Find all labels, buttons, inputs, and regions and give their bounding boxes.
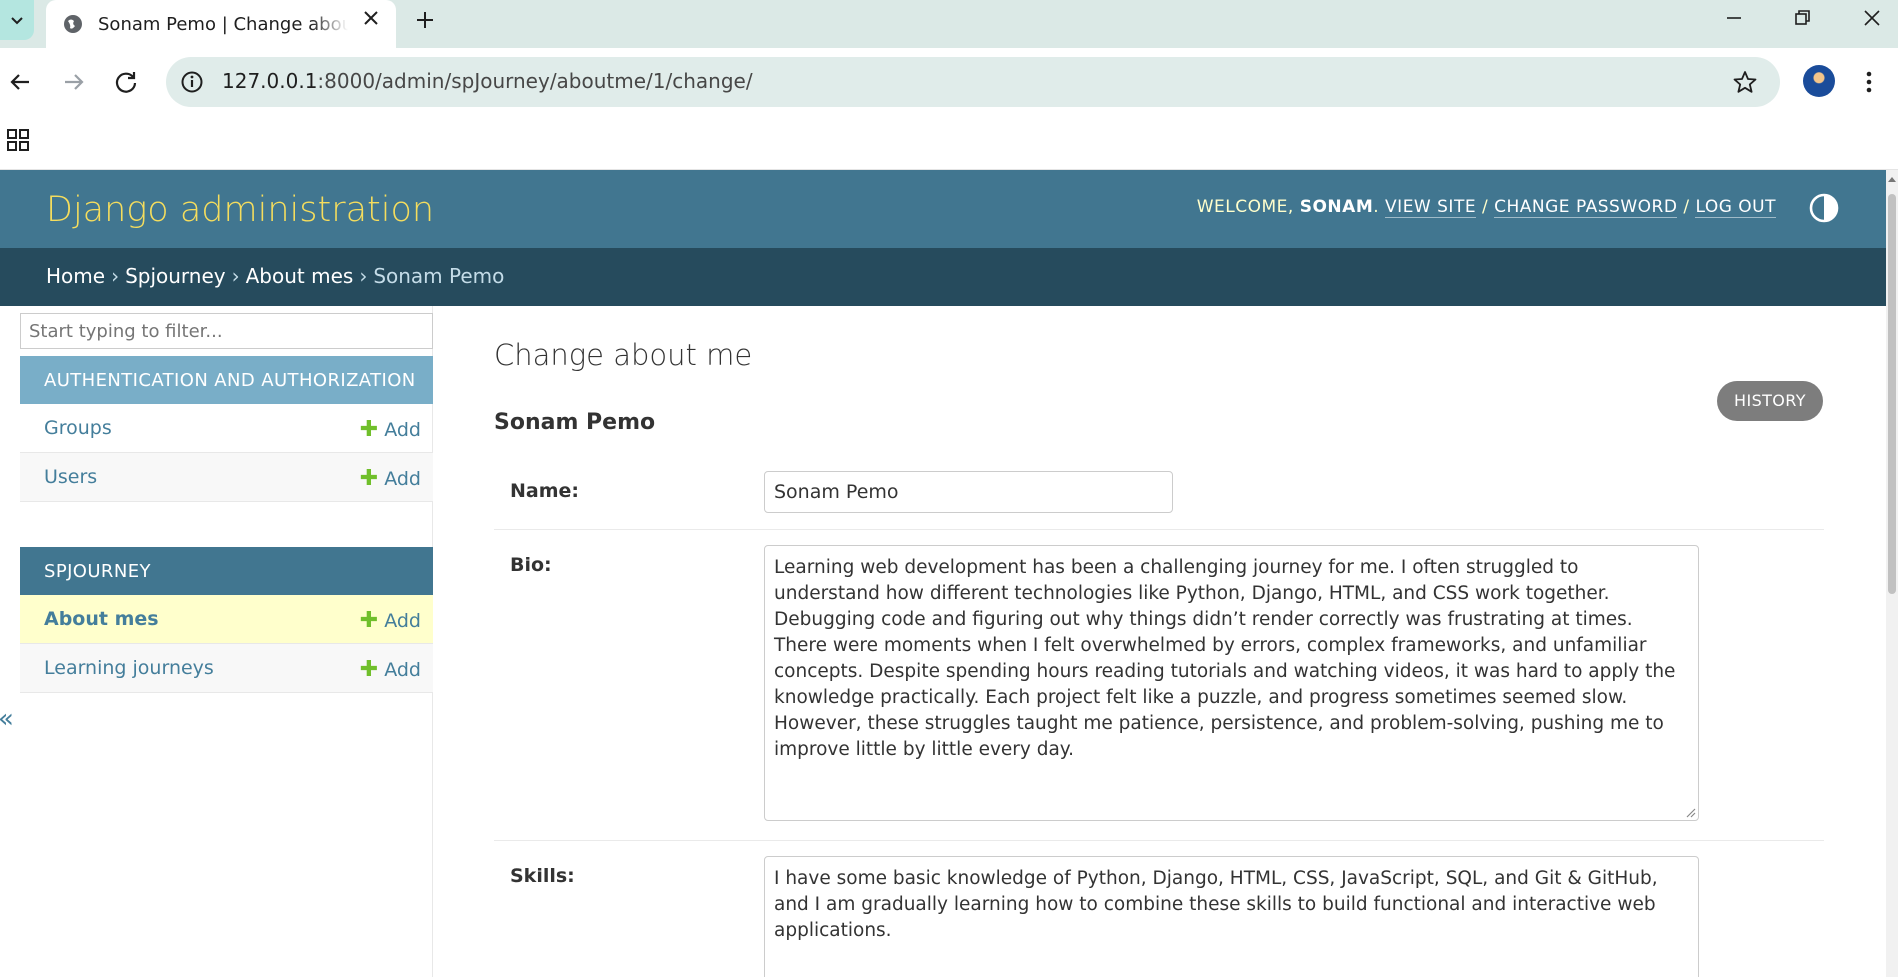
form-row-name: Name: bbox=[494, 454, 1824, 530]
change-password-link[interactable]: Change password bbox=[1494, 197, 1678, 218]
browser-tab-bar: Sonam Pemo | Change about me | Django si… bbox=[0, 0, 1898, 48]
object-title: Sonam Pemo bbox=[494, 410, 656, 435]
site-info-icon[interactable] bbox=[180, 70, 204, 94]
tab-title: Sonam Pemo | Change about me | Django si… bbox=[98, 13, 348, 35]
url-path: :8000/admin/spJourney/aboutme/1/change/ bbox=[317, 69, 753, 93]
bio-textarea[interactable]: Learning web development has been a chal… bbox=[764, 545, 1699, 821]
page-scrollbar[interactable] bbox=[1886, 170, 1898, 977]
more-options-icon[interactable] bbox=[1862, 66, 1876, 98]
skills-textarea[interactable]: I have some basic knowledge of Python, D… bbox=[764, 856, 1699, 977]
reload-icon[interactable] bbox=[110, 66, 142, 98]
user-tools: Welcome, Sonam. View site / Change passw… bbox=[1196, 197, 1776, 218]
breadcrumb-home[interactable]: Home bbox=[46, 264, 105, 288]
plus-icon: ✚ bbox=[359, 657, 379, 682]
breadcrumb: Home › Spjourney › About mes › Sonam Pemo bbox=[0, 248, 1886, 306]
restore-icon[interactable] bbox=[1788, 4, 1816, 32]
welcome-text: Welcome, bbox=[1196, 197, 1294, 217]
add-label: Add bbox=[384, 659, 421, 681]
nav-sidebar: Authentication and Authorization Groups … bbox=[20, 306, 433, 977]
log-out-link[interactable]: Log out bbox=[1695, 197, 1776, 218]
toggle-sidebar-button[interactable]: « bbox=[0, 704, 14, 734]
add-label: Add bbox=[384, 610, 421, 632]
app-caption-auth[interactable]: Authentication and Authorization bbox=[20, 356, 433, 404]
bookmark-star-icon[interactable] bbox=[1732, 69, 1758, 95]
plus-icon: ✚ bbox=[359, 608, 379, 633]
scroll-up-arrow-icon[interactable] bbox=[1887, 174, 1897, 184]
tab-search-button[interactable] bbox=[0, 0, 34, 40]
sidebar-filter-input[interactable] bbox=[20, 313, 433, 349]
breadcrumb-app[interactable]: Spjourney bbox=[125, 264, 226, 288]
theme-toggle-icon[interactable] bbox=[1808, 192, 1840, 224]
add-groups-link[interactable]: ✚ Add bbox=[360, 417, 421, 442]
add-learning-journeys-link[interactable]: ✚ Add bbox=[360, 657, 421, 682]
chevron-down-icon bbox=[11, 17, 23, 25]
form-row-bio: Bio: Learning web development has been a… bbox=[494, 530, 1824, 841]
main-content: Change about me History Sonam Pemo Name:… bbox=[494, 306, 1824, 977]
model-link-users[interactable]: Users bbox=[44, 466, 97, 488]
sidebar-item-groups: Groups ✚ Add bbox=[20, 404, 433, 453]
address-bar[interactable]: 127.0.0.1:8000/admin/spJourney/aboutme/1… bbox=[166, 57, 1780, 107]
app-caption-spjourney[interactable]: Spjourney bbox=[20, 547, 433, 595]
add-label: Add bbox=[384, 419, 421, 441]
resize-grip-icon[interactable] bbox=[1684, 806, 1696, 818]
plus-icon: ✚ bbox=[359, 417, 379, 442]
skills-text: I have some basic knowledge of Python, D… bbox=[774, 868, 1658, 941]
add-label: Add bbox=[384, 468, 421, 490]
sidebar-item-about-mes: About mes ✚ Add bbox=[20, 595, 433, 644]
plus-icon: ✚ bbox=[359, 466, 379, 491]
model-link-about-mes[interactable]: About mes bbox=[44, 608, 159, 630]
bio-text: Learning web development has been a chal… bbox=[774, 557, 1676, 760]
form-row-skills: Skills: I have some basic knowledge of P… bbox=[494, 841, 1824, 977]
browser-tab-active[interactable]: Sonam Pemo | Change about me | Django si… bbox=[46, 0, 396, 48]
minimize-icon[interactable] bbox=[1720, 4, 1748, 32]
close-tab-icon[interactable] bbox=[360, 7, 382, 29]
profile-avatar[interactable] bbox=[1803, 65, 1835, 97]
add-users-link[interactable]: ✚ Add bbox=[360, 466, 421, 491]
model-link-learning-journeys[interactable]: Learning journeys bbox=[44, 657, 214, 679]
forward-arrow-icon[interactable] bbox=[58, 66, 90, 98]
url-host: 127.0.0.1 bbox=[222, 69, 318, 93]
bookmarks-bar bbox=[0, 118, 1898, 170]
browser-toolbar: 127.0.0.1:8000/admin/spJourney/aboutme/1… bbox=[0, 48, 1898, 118]
breadcrumb-current: Sonam Pemo bbox=[373, 264, 505, 288]
page-title: Change about me bbox=[494, 338, 753, 372]
add-about-mes-link[interactable]: ✚ Add bbox=[360, 608, 421, 633]
sidebar-item-learning-journeys: Learning journeys ✚ Add bbox=[20, 644, 433, 693]
close-window-icon[interactable] bbox=[1858, 4, 1886, 32]
model-link-groups[interactable]: Groups bbox=[44, 417, 112, 439]
name-label: Name: bbox=[510, 480, 580, 502]
url-text: 127.0.0.1:8000/admin/spJourney/aboutme/1… bbox=[222, 69, 753, 93]
history-button[interactable]: History bbox=[1717, 381, 1823, 421]
bio-label: Bio: bbox=[510, 554, 552, 576]
admin-header: Django administration Welcome, Sonam. Vi… bbox=[0, 170, 1886, 248]
name-field[interactable] bbox=[764, 471, 1173, 513]
breadcrumb-model[interactable]: About mes bbox=[246, 264, 354, 288]
new-tab-icon[interactable] bbox=[411, 6, 439, 34]
skills-label: Skills: bbox=[510, 865, 575, 887]
back-arrow-icon[interactable] bbox=[4, 66, 36, 98]
scrollbar-thumb[interactable] bbox=[1888, 194, 1896, 594]
apps-grid-icon[interactable] bbox=[6, 128, 30, 152]
site-branding[interactable]: Django administration bbox=[46, 190, 434, 230]
username: Sonam bbox=[1299, 197, 1374, 217]
globe-icon bbox=[64, 15, 82, 33]
view-site-link[interactable]: View site bbox=[1385, 197, 1477, 218]
sidebar-item-users: Users ✚ Add bbox=[20, 453, 433, 502]
